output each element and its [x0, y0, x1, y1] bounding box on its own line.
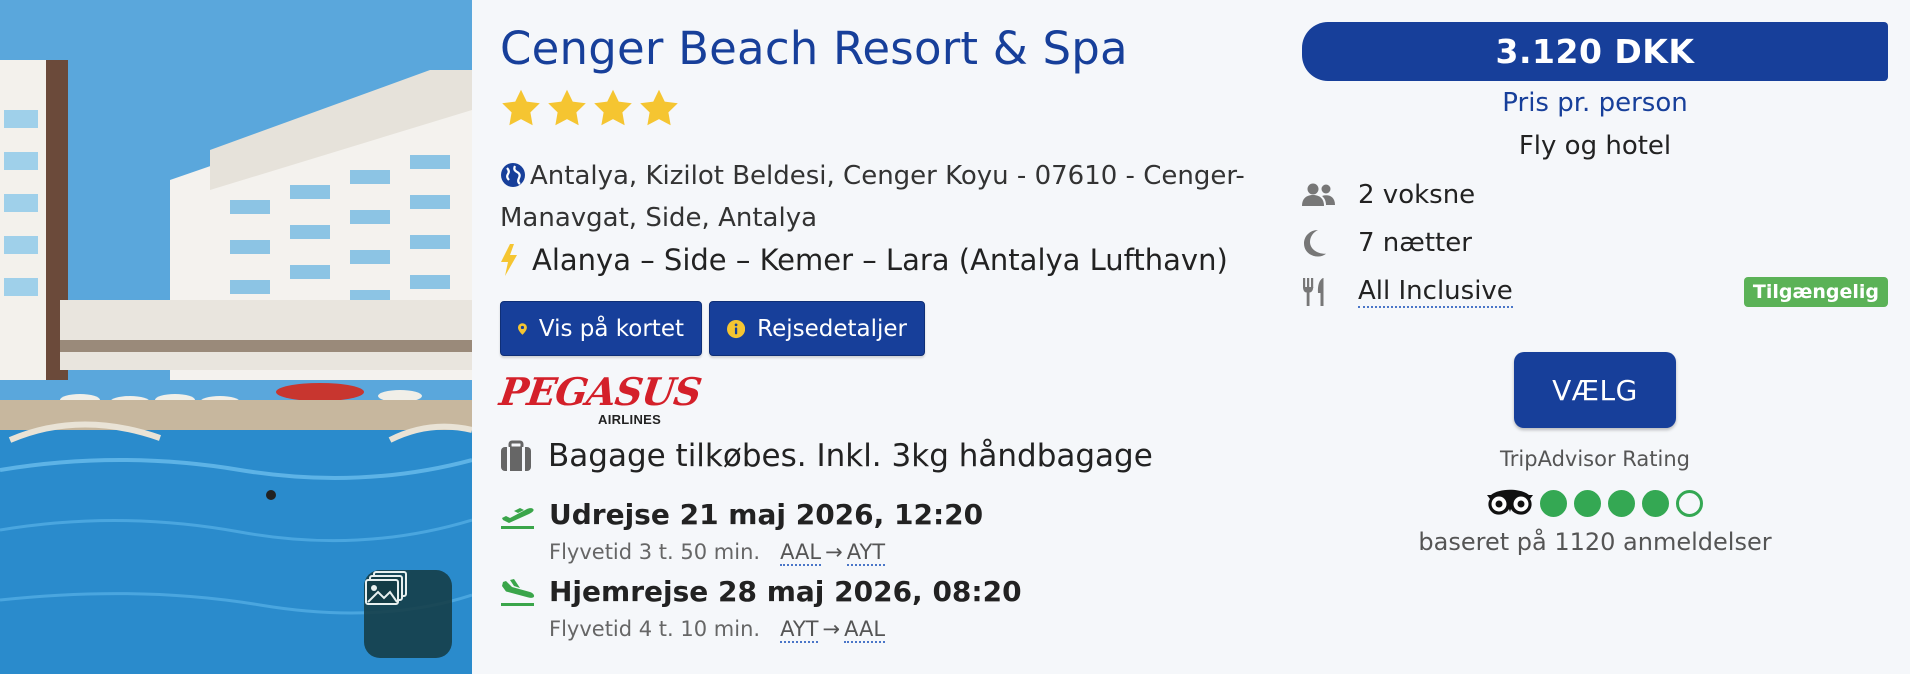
board-type-link[interactable]: All Inclusive [1358, 276, 1513, 308]
tripadvisor-rating[interactable] [1302, 488, 1888, 518]
availability-badge: Tilgængelig [1743, 277, 1888, 307]
hotel-name[interactable]: Cenger Beach Resort & Spa [500, 22, 1128, 75]
return-title: Hjemrejse 28 maj 2026, 08:20 [549, 575, 1022, 608]
users-icon [1302, 183, 1335, 206]
nights-text: 7 nætter [1358, 228, 1472, 258]
map-pin-icon [518, 322, 527, 335]
rating-bubble [1540, 489, 1567, 517]
globe-icon [501, 163, 525, 187]
hotel-photo[interactable] [0, 0, 472, 674]
select-button[interactable]: VÆLG [1514, 352, 1676, 428]
airline-sub: AIRLINES [598, 412, 662, 427]
cutlery-icon [1303, 278, 1324, 306]
outbound-arrow: → [825, 540, 843, 564]
outbound-duration: Flyvetid 3 t. 50 min. [549, 540, 761, 564]
plane-takeoff-icon [501, 507, 534, 529]
rating-bubble [1676, 489, 1703, 517]
price-per-person: Pris pr. person [1502, 88, 1688, 118]
airline-name: PEGASUS [496, 369, 704, 414]
star-icon [548, 89, 586, 126]
luggage-info: Bagage tilkøbes. Inkl. 3kg håndbagage [500, 438, 1153, 474]
hotel-address: Antalya, Kizilot Beldesi, Cenger Koyu - … [500, 155, 1250, 239]
airline-logo: PEGASUS AIRLINES [496, 369, 704, 427]
address-text: Antalya, Kizilot Beldesi, Cenger Koyu - … [500, 161, 1245, 233]
rating-bubble [1642, 489, 1669, 517]
outbound-flight: Udrejse 21 maj 2026, 12:20 Flyvetid 3 t.… [500, 498, 984, 566]
outbound-to[interactable]: AYT [846, 540, 886, 566]
return-duration: Flyvetid 4 t. 10 min. [549, 617, 761, 641]
airport-info: Alanya – Side – Kemer – Lara (Antalya Lu… [500, 243, 1228, 277]
board-row: All Inclusive Tilgængelig [1302, 276, 1888, 308]
star-icon [502, 89, 540, 126]
gallery-button[interactable] [364, 570, 452, 658]
bolt-icon [501, 244, 517, 276]
return-from[interactable]: AYT [780, 617, 819, 643]
adults-row: 2 voksne [1302, 180, 1888, 210]
tripadvisor-reviews: baseret på 1120 anmeldelser [1418, 528, 1772, 556]
star-icon [640, 89, 678, 126]
moon-icon [1304, 230, 1326, 257]
outbound-title: Udrejse 21 maj 2026, 12:20 [549, 498, 984, 531]
adults-text: 2 voksne [1358, 180, 1476, 210]
price-box: 3.120 DKK [1302, 22, 1888, 81]
outbound-from[interactable]: AAL [780, 540, 822, 566]
info-icon [727, 319, 746, 338]
return-flight: Hjemrejse 28 maj 2026, 08:20 Flyvetid 4 … [500, 575, 1022, 643]
travel-details-label: Rejsedetaljer [757, 315, 907, 342]
tripadvisor-label: TripAdvisor Rating [1500, 447, 1690, 471]
airport-text: Alanya – Side – Kemer – Lara (Antalya Lu… [532, 243, 1228, 277]
luggage-text: Bagage tilkøbes. Inkl. 3kg håndbagage [548, 438, 1153, 474]
return-to[interactable]: AAL [844, 617, 886, 643]
package-type: Fly og hotel [1518, 131, 1672, 161]
star-rating [500, 88, 680, 128]
show-on-map-button[interactable]: Vis på kortet [500, 301, 702, 356]
price-amount: 3.120 DKK [1495, 32, 1695, 71]
nights-row: 7 nætter [1302, 228, 1888, 258]
plane-landing-icon [501, 578, 535, 606]
gallery-icon [365, 571, 407, 605]
return-arrow: → [822, 617, 841, 641]
star-icon [594, 89, 632, 126]
tripadvisor-owl-icon [1487, 489, 1533, 515]
luggage-icon [501, 440, 531, 471]
rating-bubble [1574, 489, 1601, 517]
show-on-map-label: Vis på kortet [538, 315, 684, 342]
rating-bubble [1608, 489, 1635, 517]
travel-details-button[interactable]: Rejsedetaljer [709, 301, 925, 356]
